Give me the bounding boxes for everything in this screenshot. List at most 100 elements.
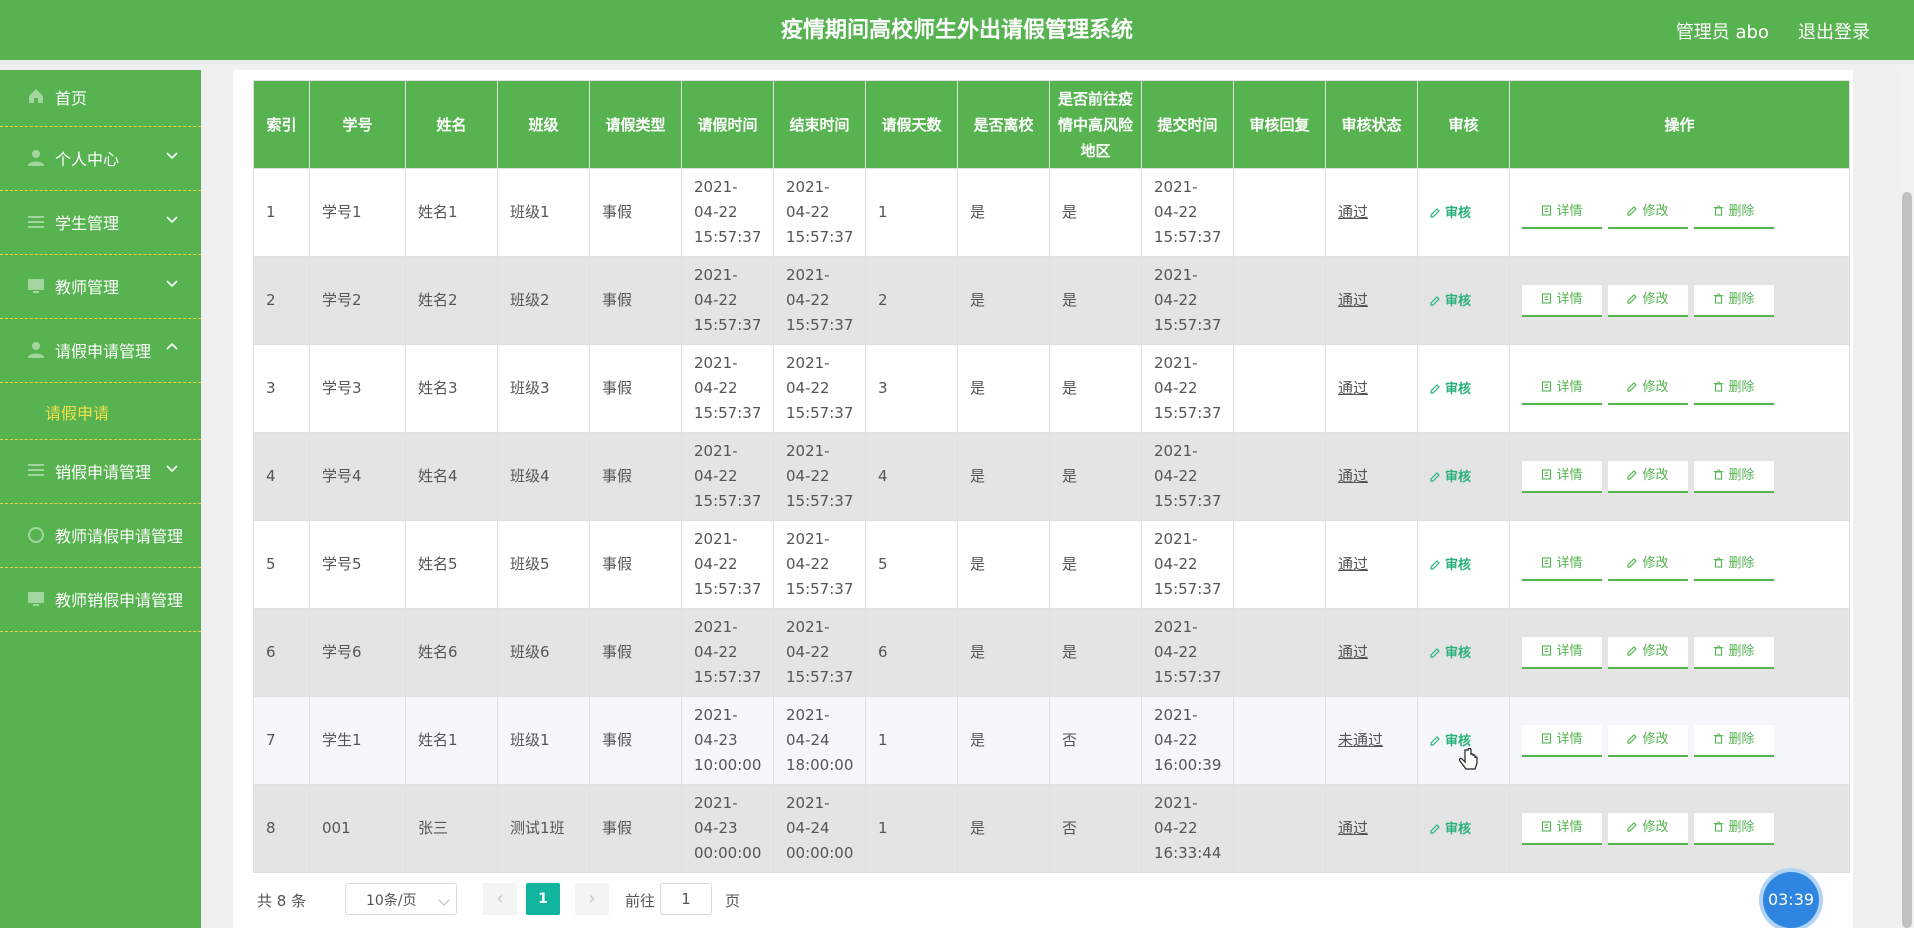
cell-start: 2021-04-22 15:57:37	[681, 432, 774, 521]
cell-start: 2021-04-22 15:57:37	[681, 608, 774, 697]
delete-button[interactable]: 删除	[1694, 548, 1774, 581]
edit-label: 修改	[1642, 379, 1669, 395]
sidebar-item-label: 销假申请管理	[55, 463, 152, 482]
detail-button[interactable]: 详情	[1522, 812, 1602, 845]
detail-label: 详情	[1556, 467, 1583, 483]
table-row[interactable]: 5 学号5 姓名5 班级5 事假 2021-04-22 15:57:37 2021-04-2…	[253, 520, 1850, 609]
cell-review: 审核	[1417, 432, 1510, 521]
cell-submit: 2021-04-22 15:57:37	[1141, 168, 1234, 257]
page-scrollbar[interactable]	[1900, 65, 1914, 928]
scrollbar-thumb[interactable]	[1902, 192, 1912, 928]
table-row[interactable]: 8 001 张三 测试1班 事假 2021-04-23 00:00:00 2021-04-2…	[253, 784, 1850, 873]
detail-button[interactable]: 详情	[1522, 548, 1602, 581]
sidebar-item[interactable]: 请假申请管理	[0, 319, 201, 383]
delete-button[interactable]: 删除	[1694, 284, 1774, 317]
delete-button[interactable]: 删除	[1694, 812, 1774, 845]
edit-button[interactable]: 修改	[1608, 372, 1688, 405]
review-button[interactable]: 审核	[1430, 558, 1471, 573]
detail-label: 详情	[1556, 203, 1583, 219]
sidebar-subitem-leave-request[interactable]: 请假申请	[0, 383, 201, 440]
sidebar-item[interactable]: 个人中心	[0, 127, 201, 191]
logout-button[interactable]: 退出登录	[1798, 18, 1870, 44]
review-label: 审核	[1445, 205, 1472, 221]
delete-label: 删除	[1728, 467, 1755, 483]
detail-button[interactable]: 详情	[1522, 284, 1602, 317]
review-button[interactable]: 审核	[1430, 470, 1471, 485]
next-page-button[interactable]: ›	[575, 883, 609, 915]
review-label: 审核	[1445, 645, 1472, 661]
cell-status: 通过	[1325, 520, 1418, 609]
delete-button[interactable]: 删除	[1694, 636, 1774, 669]
cell-name: 姓名5	[405, 520, 498, 609]
review-button[interactable]: 审核	[1430, 294, 1471, 309]
sidebar-item[interactable]: 教师请假申请管理	[0, 504, 201, 568]
edit-label: 修改	[1642, 203, 1669, 219]
cell-left: 是	[957, 432, 1050, 521]
review-button[interactable]: 审核	[1430, 382, 1471, 397]
prev-page-button[interactable]: ‹	[483, 883, 517, 915]
edit-button[interactable]: 修改	[1608, 812, 1688, 845]
detail-button[interactable]: 详情	[1522, 372, 1602, 405]
delete-button[interactable]: 删除	[1694, 196, 1774, 229]
cell-type: 事假	[589, 432, 682, 521]
cell-reply	[1233, 608, 1326, 697]
cell-cls: 班级5	[497, 520, 590, 609]
cell-end: 2021-04-22 15:57:37	[773, 608, 866, 697]
cell-review: 审核	[1417, 784, 1510, 873]
table-row[interactable]: 3 学号3 姓名3 班级3 事假 2021-04-22 15:57:37 2021-04-2…	[253, 344, 1850, 433]
trash-icon	[1713, 380, 1728, 395]
current-user: 管理员 abo	[1675, 22, 1769, 43]
page-size-select[interactable]: 10条/页	[345, 883, 457, 915]
sidebar-subitem-label: 请假申请	[45, 404, 110, 423]
edit-button[interactable]: 修改	[1608, 196, 1688, 229]
sidebar-item[interactable]: 首页	[0, 70, 201, 127]
cell-status: 未通过	[1325, 696, 1418, 785]
cell-left: 是	[957, 168, 1050, 257]
review-button[interactable]: 审核	[1430, 734, 1471, 749]
edit-button[interactable]: 修改	[1608, 724, 1688, 757]
cell-start: 2021-04-22 15:57:37	[681, 344, 774, 433]
trash-icon	[1713, 292, 1728, 307]
cell-idx: 5	[253, 520, 310, 609]
cell-days: 4	[865, 432, 958, 521]
delete-button[interactable]: 删除	[1694, 724, 1774, 757]
cell-status: 通过	[1325, 344, 1418, 433]
table-row[interactable]: 2 学号2 姓名2 班级2 事假 2021-04-22 15:57:37 2021-04-2…	[253, 256, 1850, 345]
table-row[interactable]: 1 学号1 姓名1 班级1 事假 2021-04-22 15:57:37 2021-04-2…	[253, 168, 1850, 257]
review-button[interactable]: 审核	[1430, 646, 1471, 661]
cell-type: 事假	[589, 784, 682, 873]
edit-label: 修改	[1642, 731, 1669, 747]
document-icon	[1541, 204, 1556, 219]
table-row[interactable]: 6 学号6 姓名6 班级6 事假 2021-04-22 15:57:37 2021-04-2…	[253, 608, 1850, 697]
sidebar-item[interactable]: 学生管理	[0, 191, 201, 255]
detail-button[interactable]: 详情	[1522, 724, 1602, 757]
table-row[interactable]: 4 学号4 姓名4 班级4 事假 2021-04-22 15:57:37 2021-04-2…	[253, 432, 1850, 521]
goto-page-input[interactable]: 1	[660, 883, 712, 915]
detail-button[interactable]: 详情	[1522, 636, 1602, 669]
review-button[interactable]: 审核	[1430, 822, 1471, 837]
sidebar-item[interactable]: 教师管理	[0, 255, 201, 319]
table-header-row: 索引 学号 姓名 班级 请假类型 请假时间 结束时间 请假天数 是否离校 是否前往疫情中高风险地区…	[253, 80, 1850, 169]
sidebar-item[interactable]: 教师销假申请管理	[0, 568, 201, 632]
cell-sid: 学号2	[309, 256, 406, 345]
detail-button[interactable]: 详情	[1522, 196, 1602, 229]
cell-left: 是	[957, 608, 1050, 697]
table-row[interactable]: 7 学生1 姓名1 班级1 事假 2021-04-23 10:00:00 2021-04-2…	[253, 696, 1850, 785]
page-number-button[interactable]: 1	[526, 883, 560, 915]
edit-icon	[1627, 556, 1642, 571]
delete-button[interactable]: 删除	[1694, 372, 1774, 405]
sidebar-item[interactable]: 销假申请管理	[0, 440, 201, 504]
cell-idx: 4	[253, 432, 310, 521]
cell-risk: 是	[1049, 168, 1142, 257]
edit-button[interactable]: 修改	[1608, 284, 1688, 317]
trash-icon	[1713, 468, 1728, 483]
column-header: 姓名	[405, 80, 498, 169]
edit-button[interactable]: 修改	[1608, 460, 1688, 493]
delete-label: 删除	[1728, 643, 1755, 659]
review-button[interactable]: 审核	[1430, 206, 1471, 221]
delete-button[interactable]: 删除	[1694, 460, 1774, 493]
edit-button[interactable]: 修改	[1608, 548, 1688, 581]
edit-button[interactable]: 修改	[1608, 636, 1688, 669]
detail-button[interactable]: 详情	[1522, 460, 1602, 493]
trash-icon	[1713, 820, 1728, 835]
